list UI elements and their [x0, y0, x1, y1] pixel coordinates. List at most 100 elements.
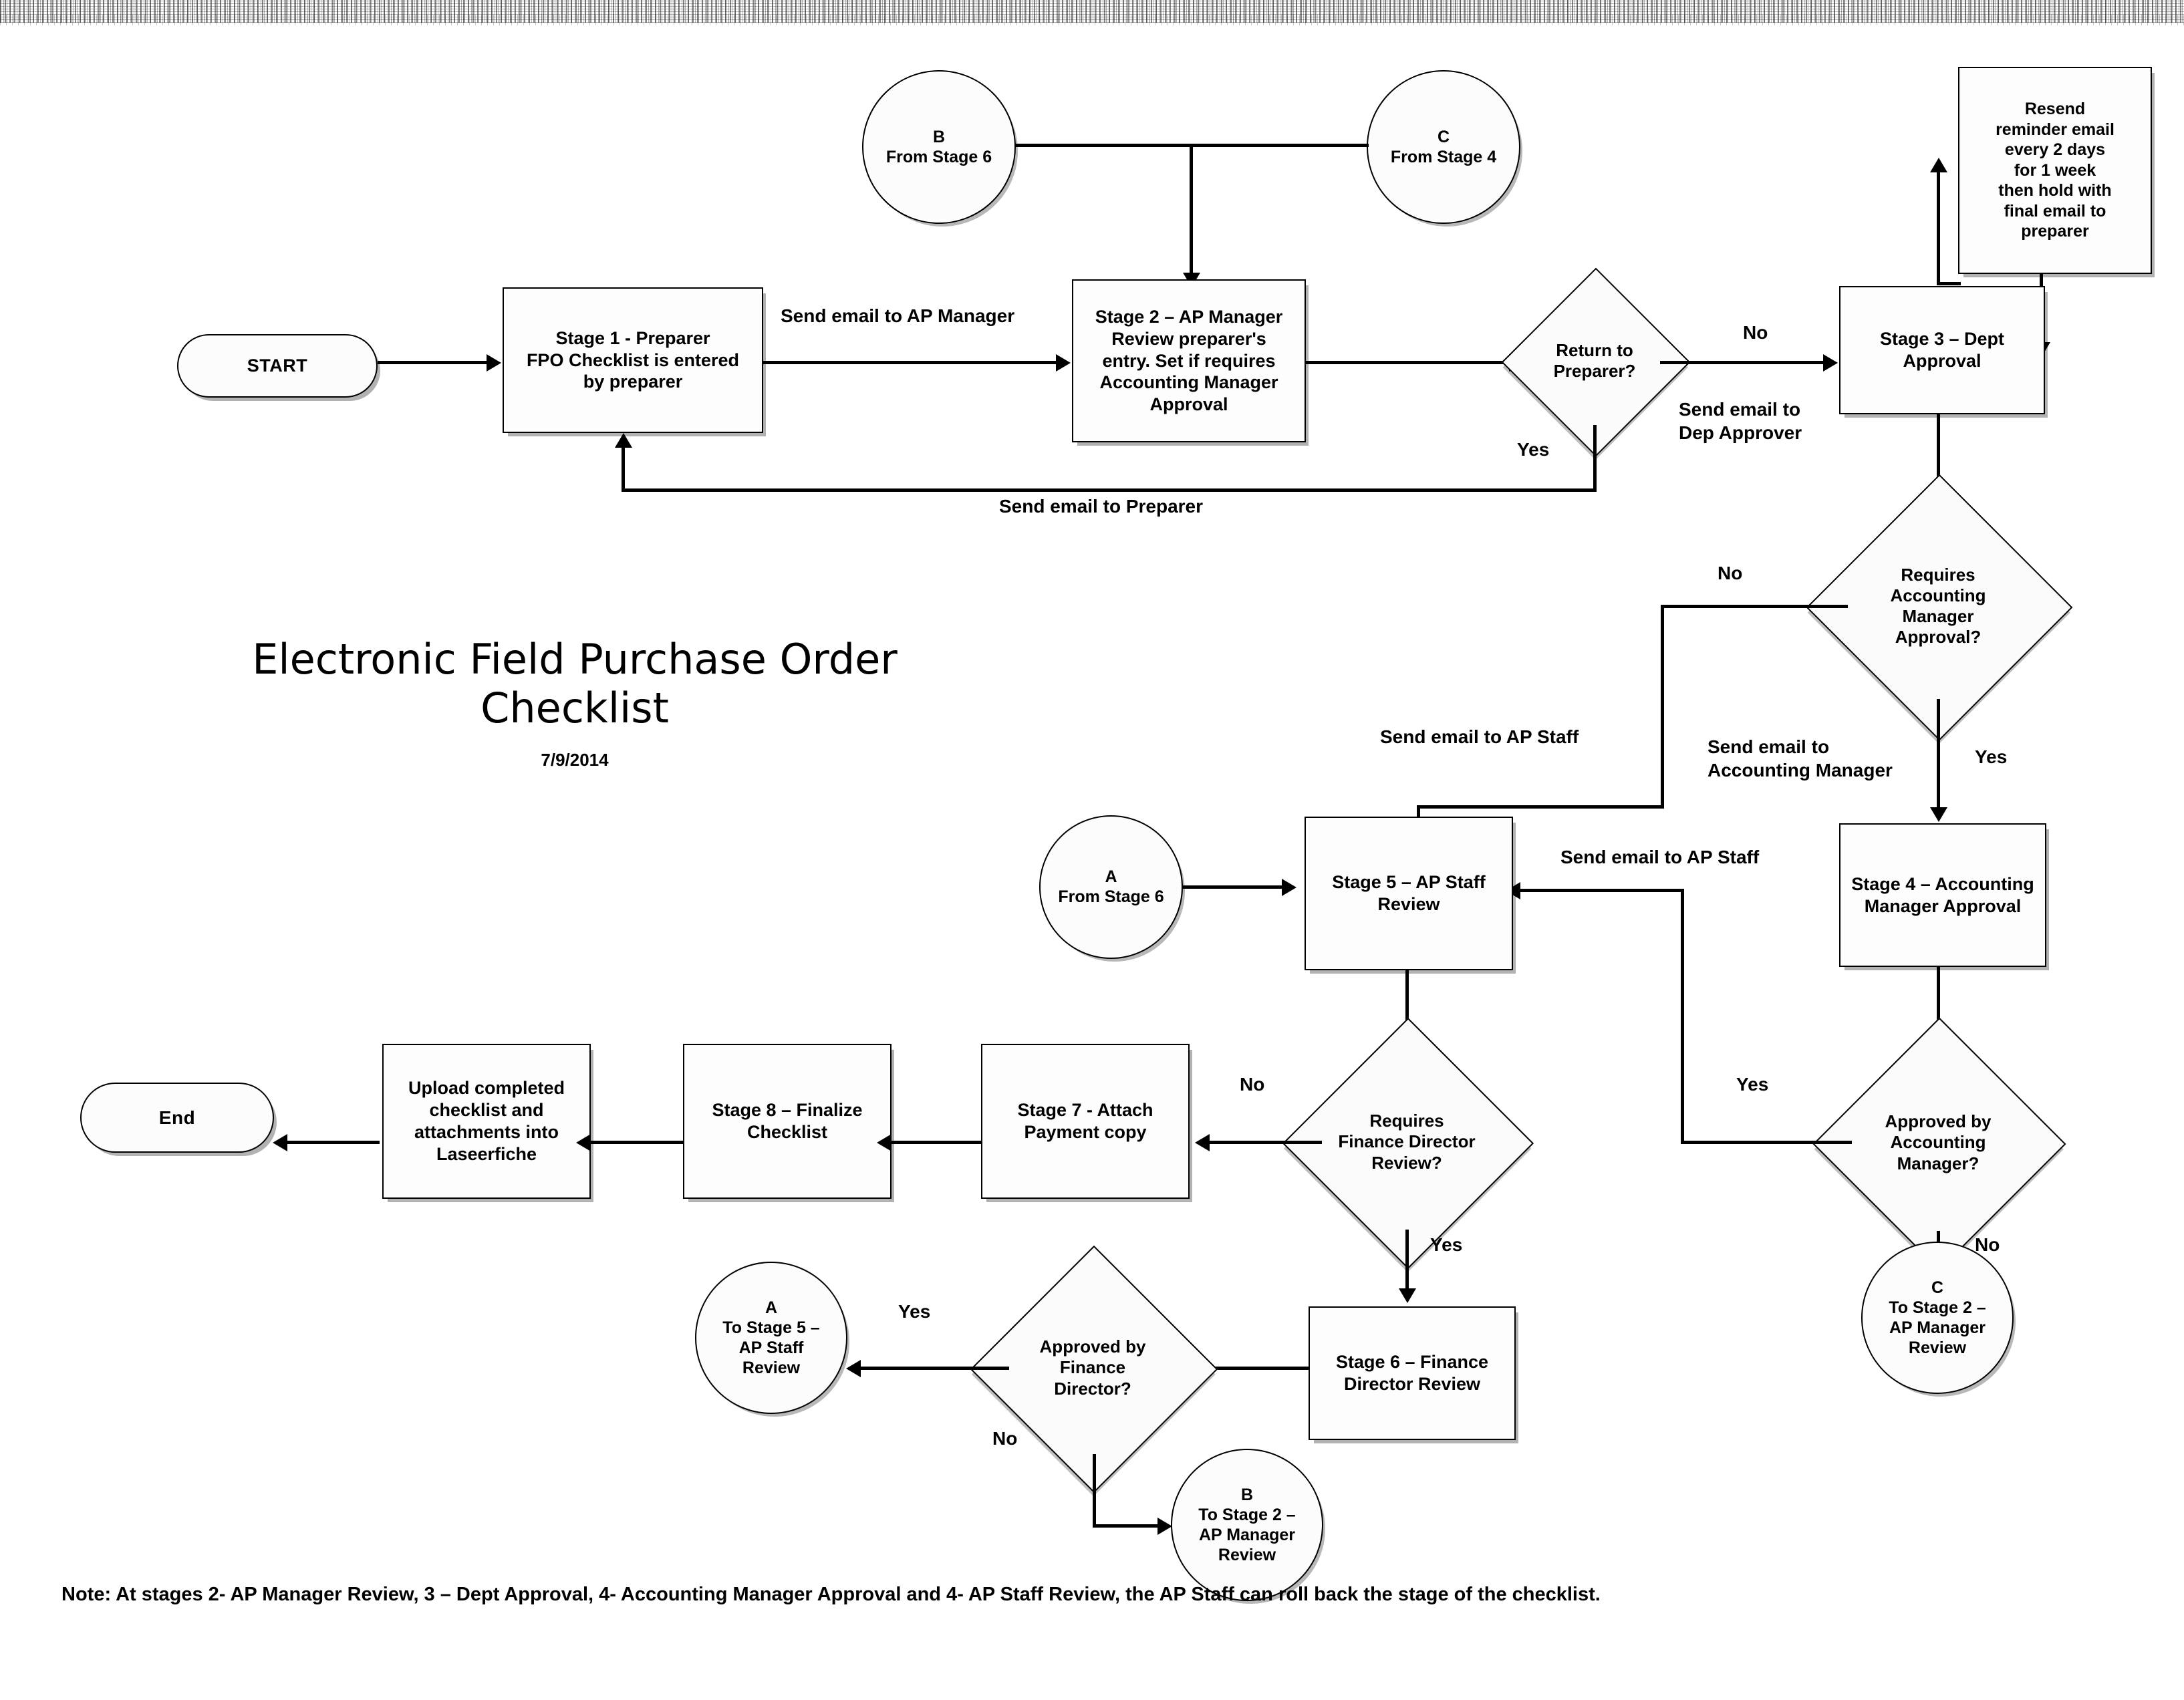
edge-stage7-to-stage8 [892, 1141, 981, 1144]
decision-approved-by-finance-director[interactable]: Approved by Finance Director? [970, 1245, 1218, 1494]
decision-return-to-preparer[interactable]: Return to Preparer? [1501, 267, 1691, 457]
decision-requires-finance-director-review[interactable]: Requires Finance Director Review? [1282, 1017, 1534, 1270]
decision-label: Approved by Accounting Manager? [1885, 1111, 1992, 1173]
connector-tag: A [1105, 867, 1117, 886]
edge-return-yes-down [1593, 425, 1597, 492]
terminator-end[interactable]: End [80, 1083, 274, 1153]
scan-noise-artifact-secondary [0, 15, 2184, 25]
process-label: Resend reminder email every 2 days for 1… [1996, 100, 2114, 241]
arrowhead-left-stage8 [877, 1134, 892, 1151]
process-stage-3-dept-approval[interactable]: Stage 3 – Dept Approval [1839, 286, 2045, 414]
connector-sub: To Stage 2 – AP Manager Review [1198, 1505, 1296, 1564]
connector-tag: C [1931, 1278, 1944, 1297]
edge-approved-acct-yes-left [1681, 1141, 1852, 1144]
edge-label-yes-fin-dir: Yes [1430, 1234, 1463, 1255]
arrowhead-right-stage1 [487, 354, 501, 372]
decision-label: Requires Accounting Manager Approval? [1890, 564, 1986, 648]
process-stage-8-finalize-checklist[interactable]: Stage 8 – Finalize Checklist [683, 1044, 892, 1199]
edge-label-send-email-ap-staff-right: Send email to AP Staff [1560, 847, 1760, 867]
arrowhead-left-connector-a [846, 1360, 861, 1377]
arrowhead-right-stage2 [1056, 354, 1071, 372]
edge-junction-to-stage2 [1190, 144, 1193, 274]
arrowhead-left-upload [576, 1134, 591, 1151]
edge-acct-no-down [1661, 605, 1664, 809]
process-label: Stage 6 – Finance Director Review [1335, 1352, 1489, 1394]
process-stage-1-preparer[interactable]: Stage 1 - Preparer FPO Checklist is ente… [503, 287, 763, 433]
process-resend-reminder-email[interactable]: Resend reminder email every 2 days for 1… [1958, 67, 2152, 274]
edge-stage3-to-resend [1937, 172, 1940, 285]
connector-sub: From Stage 4 [1390, 147, 1497, 166]
process-stage-5-ap-staff-review[interactable]: Stage 5 – AP Staff Review [1305, 817, 1513, 970]
process-label: Stage 2 – AP Manager Review preparer's e… [1095, 306, 1283, 415]
process-stage-2-ap-manager-review[interactable]: Stage 2 – AP Manager Review preparer's e… [1072, 279, 1306, 442]
connector-a-to-stage-5[interactable]: A To Stage 5 – AP Staff Review [695, 1262, 847, 1414]
connector-tag: A [765, 1298, 778, 1317]
connector-tag: B [1240, 1485, 1254, 1504]
edge-label-send-email-dep-approver: Send email to Dep Approver [1679, 399, 1802, 443]
flowchart-page: Electronic Field Purchase Order Checklis… [0, 0, 2184, 1700]
process-stage-7-attach-payment-copy[interactable]: Stage 7 - Attach Payment copy [981, 1044, 1190, 1199]
edge-label-send-email-preparer: Send email to Preparer [999, 496, 1204, 517]
terminator-label: End [158, 1107, 196, 1128]
process-label: Upload completed checklist and attachmen… [408, 1078, 565, 1164]
connector-tag: B [932, 127, 946, 146]
edge-fin-no-left [1210, 1141, 1322, 1144]
edge-label-yes-approved-acct: Yes [1736, 1074, 1769, 1095]
connector-c-from-stage-4[interactable]: C From Stage 4 [1367, 70, 1520, 224]
decision-label: Requires Finance Director Review? [1338, 1111, 1476, 1173]
process-label: Stage 3 – Dept Approval [1879, 329, 2005, 371]
edge-return-yes-left [622, 488, 1597, 492]
edge-approved-fin-no-right [1093, 1524, 1159, 1528]
arrowhead-down-stage6 [1399, 1288, 1416, 1303]
connector-tag: C [1437, 127, 1450, 146]
process-stage-6-finance-director-review[interactable]: Stage 6 – Finance Director Review [1309, 1306, 1516, 1440]
edge-label-no-return: No [1743, 322, 1768, 343]
edge-stage8-to-upload [591, 1141, 683, 1144]
arrowhead-up-stage1 [615, 433, 632, 448]
edge-start-to-stage1 [378, 361, 488, 364]
arrowhead-up-resend [1930, 158, 1947, 172]
edge-stage3-to-resend-h [1937, 282, 1961, 285]
edge-return-no-to-stage3 [1660, 361, 1827, 364]
decision-requires-accounting-manager-approval[interactable]: Requires Accounting Manager Approval? [1806, 474, 2073, 741]
connector-sub: To Stage 2 – AP Manager Review [1889, 1298, 1986, 1357]
title-block: Electronic Field Purchase Order Checklis… [127, 635, 1022, 770]
edge-label-yes-approved-fin: Yes [898, 1301, 931, 1322]
connector-sub: From Stage 6 [885, 147, 992, 166]
terminator-label: START [247, 356, 308, 376]
connector-sub: To Stage 5 – AP Staff Review [722, 1318, 820, 1377]
arrowhead-right-stage3 [1823, 354, 1838, 372]
connector-b-to-stage-2[interactable]: B To Stage 2 – AP Manager Review [1171, 1449, 1323, 1601]
edge-label-no-approved-acct: No [1975, 1234, 2000, 1255]
process-label: Stage 8 – Finalize Checklist [712, 1100, 863, 1142]
edge-upload-to-end [287, 1141, 380, 1144]
arrowhead-left-stage7 [1195, 1134, 1210, 1151]
edge-stage1-to-stage2 [763, 361, 1057, 364]
process-label: Stage 7 - Attach Payment copy [1017, 1100, 1153, 1142]
connector-c-to-stage-2[interactable]: C To Stage 2 – AP Manager Review [1861, 1242, 2014, 1394]
footnote-text: Note: At stages 2- AP Manager Review, 3 … [61, 1584, 1601, 1605]
connector-b-from-stage-6[interactable]: B From Stage 6 [862, 70, 1016, 224]
edge-fin-yes-down [1405, 1230, 1409, 1295]
edge-connector-a-to-stage5 [1183, 885, 1283, 889]
edge-label-send-email-ap-manager: Send email to AP Manager [781, 305, 1015, 326]
edge-approved-acct-yes-up [1681, 889, 1684, 1143]
edge-label-send-email-ap-staff-top: Send email to AP Staff [1380, 726, 1579, 747]
edge-label-yes-acct: Yes [1975, 746, 2008, 767]
terminator-start[interactable]: START [177, 334, 378, 398]
edge-label-no-acct: No [1718, 563, 1743, 583]
process-label: Stage 5 – AP Staff Review [1332, 872, 1486, 914]
edge-stage2-to-return-decision [1306, 361, 1513, 364]
process-upload-to-laserfiche[interactable]: Upload completed checklist and attachmen… [382, 1044, 591, 1199]
edge-approved-acct-yes-left2 [1520, 889, 1684, 892]
connector-a-from-stage-6[interactable]: A From Stage 6 [1039, 815, 1183, 959]
edge-label-no-fin-dir: No [1240, 1074, 1265, 1095]
edge-label-yes-return: Yes [1517, 439, 1550, 460]
connector-sub: From Stage 6 [1058, 887, 1164, 906]
decision-label: Return to Preparer? [1553, 339, 1636, 381]
process-label: Stage 4 – Accounting Manager Approval [1851, 873, 2034, 916]
arrowhead-right-stage5 [1282, 879, 1296, 896]
edge-approved-fin-yes-left [861, 1367, 1009, 1370]
decision-approved-by-accounting-manager[interactable]: Approved by Accounting Manager? [1812, 1017, 2066, 1271]
process-stage-4-accounting-manager-approval[interactable]: Stage 4 – Accounting Manager Approval [1839, 823, 2046, 967]
